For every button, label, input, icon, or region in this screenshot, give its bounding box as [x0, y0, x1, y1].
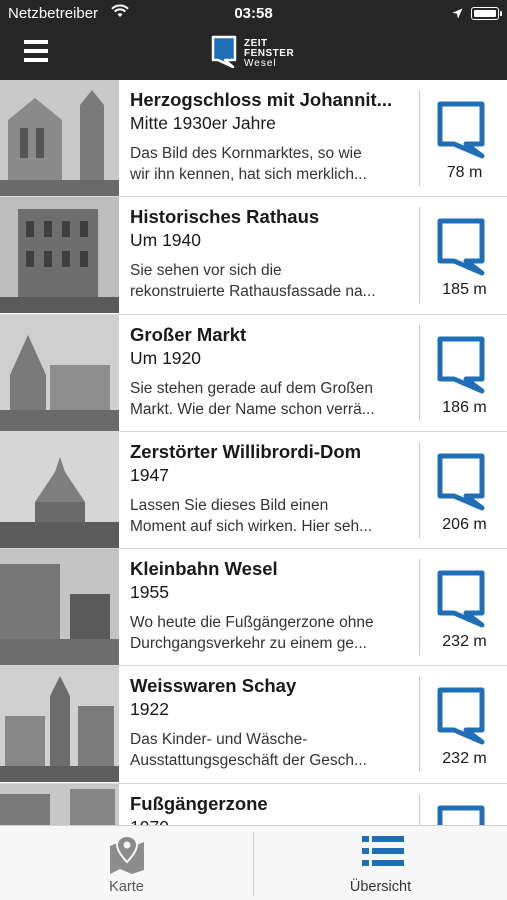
poi-description: Das Kinder- und Wäsche- Ausstattungsgesch…: [130, 729, 408, 771]
logo-bubble-icon: [211, 35, 237, 68]
poi-title: Weisswaren Schay: [130, 675, 297, 697]
poi-description-line: wir ihn kennen, hat sich merklich...: [130, 166, 367, 183]
speech-bubble-icon: [437, 453, 485, 511]
poi-description-line: Ausstattungsgeschäft der Gesch...: [130, 752, 367, 770]
speech-bubble-icon: [437, 336, 485, 394]
tab-karte-label: Karte: [109, 879, 144, 895]
list-item[interactable]: Zerstörter Willibrordi-Dom 1947 Lassen S…: [0, 431, 507, 550]
poi-description: Wo heute die Fußgängerzone ohne Durchgang…: [130, 612, 408, 654]
list-item[interactable]: Weisswaren Schay 1922 Das Kinder- und Wä…: [0, 666, 507, 784]
row-divider: [419, 90, 420, 186]
distance-indicator[interactable]: 232 m: [422, 549, 507, 665]
distance-label: 78 m: [446, 164, 483, 181]
poi-thumbnail: [0, 314, 119, 431]
list-item[interactable]: Kleinbahn Wesel 1955 Wo heute die Fußgän…: [0, 549, 507, 667]
poi-description: Sie sehen vor sich die rekonstruierte Rat…: [130, 260, 408, 302]
speech-bubble-icon: [437, 687, 485, 745]
distance-label: 206 m: [442, 515, 487, 533]
poi-date: 1970: [130, 816, 408, 825]
poi-title: Historisches Rathaus: [130, 206, 320, 228]
distance-indicator[interactable]: 206 m: [422, 432, 507, 548]
poi-description-line: rekonstruierte Rathausfassade na...: [130, 283, 376, 301]
row-divider: [419, 324, 420, 421]
poi-thumbnail: [0, 783, 119, 825]
poi-list[interactable]: Herzogschloss mit Johannit... Mitte 1930…: [0, 80, 507, 825]
poi-thumbnail: [0, 431, 119, 548]
poi-description-line: Das Bild des Kornmarktes, so wie: [130, 145, 362, 162]
list-item[interactable]: Herzogschloss mit Johannit... Mitte 1930…: [0, 80, 507, 198]
distance-label: 186 m: [442, 398, 487, 416]
poi-description-line: Moment auf sich wirken. Hier seh...: [130, 517, 373, 535]
distance-indicator[interactable]: 185 m: [422, 197, 507, 313]
poi-description-line: Sie sehen vor sich die: [130, 262, 282, 280]
poi-title: Fußgängerzone: [130, 792, 268, 814]
hamburger-menu-icon[interactable]: [24, 40, 48, 62]
tab-uebersicht-label: Übersicht: [349, 879, 412, 895]
distance-label: 232 m: [442, 633, 487, 651]
poi-date: Mitte 1930er Jahre: [130, 113, 276, 133]
distance-indicator[interactable]: 186 m: [422, 315, 507, 431]
poi-title: Herzogschloss mit Johannit...: [130, 89, 393, 110]
poi-date: Um 1920: [130, 347, 202, 368]
row-divider: [419, 559, 420, 656]
poi-description: Sie stehen gerade auf dem Großen Markt. W…: [130, 378, 408, 420]
list-item[interactable]: Historisches Rathaus Um 1940 Sie sehen v…: [0, 197, 507, 315]
logo-text-wesel: Wesel: [244, 58, 277, 69]
poi-thumbnail: [0, 197, 119, 314]
poi-description: Das Bild des Kornmarktes, so wie wir ihn …: [130, 143, 408, 185]
nav-bar: ZEIT FENSTER Wesel: [0, 28, 507, 80]
distance-indicator[interactable]: 78 m: [422, 80, 507, 196]
list-item[interactable]: Großer Markt Um 1920 Sie stehen gerade a…: [0, 314, 507, 432]
distance-indicator[interactable]: [422, 784, 507, 825]
poi-description-line: Das Kinder- und Wäsche-: [130, 731, 308, 749]
row-divider: [419, 441, 420, 538]
tab-uebersicht[interactable]: Übersicht: [254, 826, 507, 900]
poi-description-line: Sie stehen gerade auf dem Großen: [130, 379, 373, 397]
poi-title: Großer Markt: [130, 323, 247, 345]
poi-thumbnail: [0, 549, 119, 666]
poi-description: Lassen Sie dieses Bild einen Moment auf s…: [130, 495, 408, 537]
row-divider: [419, 676, 420, 773]
tab-karte[interactable]: Karte: [0, 826, 253, 900]
distance-label: 185 m: [442, 281, 487, 299]
poi-description-line: Markt. Wie der Name schon verrä...: [130, 400, 375, 418]
distance-label: 232 m: [442, 750, 487, 768]
poi-thumbnail: [0, 80, 119, 196]
battery-icon: [471, 7, 502, 20]
speech-bubble-icon: [437, 805, 485, 825]
poi-date: 1947: [130, 464, 169, 485]
row-divider: [419, 793, 420, 825]
poi-date: Um 1940: [130, 230, 202, 251]
poi-date: 1922: [130, 699, 169, 720]
clock: 03:58: [234, 5, 273, 22]
speech-bubble-icon: [437, 570, 485, 628]
poi-title: Zerstörter Willibrordi-Dom: [130, 440, 362, 462]
map-pin-icon: [110, 834, 144, 874]
distance-indicator[interactable]: 232 m: [422, 666, 507, 782]
speech-bubble-icon: [437, 218, 485, 276]
app-logo: ZEIT FENSTER Wesel: [211, 34, 301, 72]
list-item[interactable]: Fußgängerzone 1970: [0, 783, 507, 825]
status-bar: Netzbetreiber 03:58: [0, 0, 507, 28]
poi-thumbnail: [0, 666, 119, 783]
list-icon: [362, 836, 404, 866]
speech-bubble-icon: [437, 101, 485, 159]
location-arrow-icon: [452, 6, 463, 23]
poi-title: Kleinbahn Wesel: [130, 558, 278, 580]
poi-description-line: Durchgangsverkehr zu einem ge...: [130, 635, 367, 653]
poi-description-line: Wo heute die Fußgängerzone ohne: [130, 614, 374, 632]
row-divider: [419, 207, 420, 304]
tab-bar: Karte Übersicht: [0, 825, 507, 900]
poi-description-line: Lassen Sie dieses Bild einen: [130, 496, 329, 514]
poi-date: 1955: [130, 582, 169, 603]
